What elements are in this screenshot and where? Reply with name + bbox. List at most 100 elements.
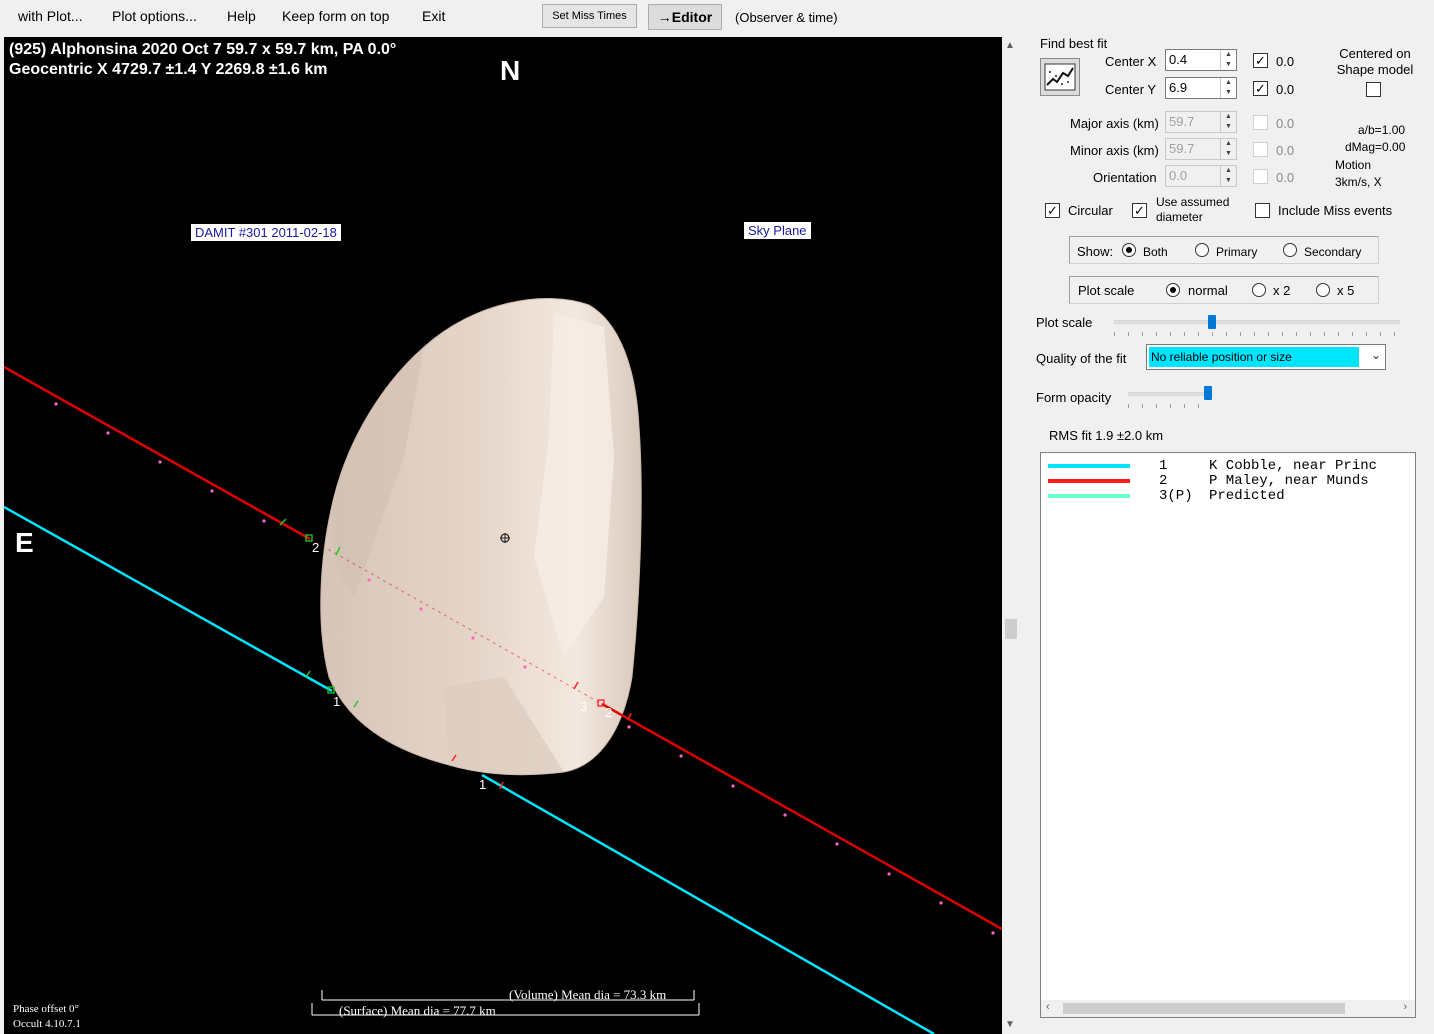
center-x-input[interactable]: 0.4 ▲ ▼	[1165, 49, 1237, 71]
spin-down-icon[interactable]: ▼	[1221, 149, 1236, 159]
plot-scale-x2-radio[interactable]	[1252, 283, 1266, 297]
use-assumed-diameter-label: Use assumed diameter	[1156, 195, 1230, 224]
plot-scale-normal-label: normal	[1188, 283, 1228, 298]
list-item[interactable]: 2 P Maley, near Munds	[1041, 473, 1415, 489]
plot-scale-slider[interactable]	[1114, 320, 1400, 324]
chord-observer-2-east	[601, 702, 1002, 931]
plot-title-line2: Geocentric X 4729.7 ±1.4 Y 2269.8 ±1.6 k…	[9, 61, 328, 78]
show-label: Show:	[1077, 244, 1114, 259]
observer-2-name: P Maley, near Munds	[1209, 473, 1369, 489]
major-axis-fit-checkbox[interactable]	[1253, 115, 1268, 130]
quality-of-fit-select[interactable]: No reliable position or size ⌄	[1146, 344, 1386, 370]
fit-control-panel: Find best fit Center X 0.4 ▲ ▼ ✓ 0.0 Cent…	[1022, 0, 1434, 1034]
find-best-fit-button[interactable]	[1040, 58, 1080, 96]
centered-on-shape-checkbox[interactable]	[1366, 82, 1381, 97]
editor-button[interactable]: →Editor	[648, 4, 722, 30]
plot-scale-group-label: Plot scale	[1078, 283, 1135, 298]
observer-2-number: 2	[1159, 473, 1168, 489]
spin-down-icon[interactable]: ▼	[1221, 60, 1236, 70]
plot-scale-slider-label: Plot scale	[1036, 315, 1093, 330]
scroll-down-icon[interactable]: ▼	[1005, 1019, 1015, 1030]
spin-up-icon[interactable]: ▲	[1221, 78, 1236, 88]
spin-down-icon[interactable]: ▼	[1221, 176, 1236, 186]
occult-asteroid-plot-window: with Plot... Plot options... Help Keep f…	[0, 0, 1434, 1034]
orientation-input[interactable]: 0.0 ▲ ▼	[1165, 165, 1237, 187]
chevron-down-icon[interactable]: ⌄	[1371, 348, 1381, 362]
menu-exit[interactable]: Exit	[422, 8, 445, 24]
minor-axis-input[interactable]: 59.7 ▲ ▼	[1165, 138, 1237, 160]
scrollbar-thumb[interactable]	[1005, 619, 1017, 639]
show-both-radio[interactable]	[1122, 243, 1136, 257]
phase-offset-label: Phase offset 0°	[13, 1003, 79, 1015]
plot-title-line1: (925) Alphonsina 2020 Oct 7 59.7 x 59.7 …	[9, 41, 397, 58]
quality-of-fit-label: Quality of the fit	[1036, 351, 1127, 366]
spin-down-icon[interactable]: ▼	[1221, 122, 1236, 132]
plot-canvas[interactable]: 2 1 3 2 1 (925) Alphonsina 2020 Oct 7 59…	[4, 37, 1002, 1034]
chord-label-1-east: 1	[479, 777, 487, 792]
include-miss-events-checkbox[interactable]	[1255, 203, 1270, 218]
list-item[interactable]: 3(P) Predicted	[1041, 488, 1415, 504]
form-opacity-slider[interactable]	[1128, 392, 1212, 396]
major-axis-check-value: 0.0	[1276, 116, 1295, 131]
plot-scale-normal-radio[interactable]	[1166, 283, 1180, 297]
plot-scale-x5-label: x 5	[1337, 283, 1355, 298]
observer-1-name: K Cobble, near Princ	[1209, 458, 1378, 474]
center-y-value: 6.9	[1169, 80, 1188, 95]
circular-checkbox[interactable]: ✓	[1045, 203, 1060, 218]
minor-axis-fit-checkbox[interactable]	[1253, 142, 1268, 157]
observer-3-name: Predicted	[1209, 488, 1285, 504]
spin-up-icon[interactable]: ▲	[1221, 50, 1236, 60]
center-y-fit-checkbox[interactable]: ✓	[1253, 81, 1268, 96]
center-y-input[interactable]: 6.9 ▲ ▼	[1165, 77, 1237, 99]
motion-value: 3km/s, X	[1335, 175, 1382, 189]
occult-version-label: Occult 4.10.7.1	[13, 1018, 81, 1030]
spin-up-icon[interactable]: ▲	[1221, 166, 1236, 176]
menu-help[interactable]: Help	[227, 8, 256, 24]
spin-down-icon[interactable]: ▼	[1221, 88, 1236, 98]
show-secondary-label: Secondary	[1304, 245, 1362, 259]
observer-list[interactable]: 1 K Cobble, near Princ 2 P Maley, near M…	[1040, 452, 1416, 1018]
dmag-label: dMag=0.00	[1345, 140, 1406, 154]
scrollbar-thumb[interactable]	[1063, 1003, 1345, 1014]
spin-up-icon[interactable]: ▲	[1221, 139, 1236, 149]
use-assumed-diameter-checkbox[interactable]: ✓	[1132, 203, 1147, 218]
center-x-fit-checkbox[interactable]: ✓	[1253, 53, 1268, 68]
list-item[interactable]: 1 K Cobble, near Princ	[1041, 458, 1415, 474]
surface-mean-diameter: (Surface) Mean dia = 77.7 km	[339, 1003, 496, 1018]
show-secondary-radio[interactable]	[1283, 243, 1297, 257]
include-miss-events-label: Include Miss events	[1278, 203, 1393, 218]
compass-east: E	[15, 527, 34, 558]
scroll-right-icon[interactable]: ›	[1403, 1001, 1407, 1013]
spin-up-icon[interactable]: ▲	[1221, 112, 1236, 122]
orientation-fit-checkbox[interactable]	[1253, 169, 1268, 184]
quality-of-fit-value: No reliable position or size	[1149, 347, 1359, 367]
scroll-up-icon[interactable]: ▲	[1005, 40, 1015, 51]
observer-1-number: 1	[1159, 458, 1168, 474]
ab-ratio-label: a/b=1.00	[1358, 123, 1406, 137]
rms-fit-label: RMS fit 1.9 ±2.0 km	[1049, 428, 1164, 443]
center-y-label: Center Y	[1105, 82, 1157, 97]
center-x-check-value: 0.0	[1276, 54, 1295, 69]
show-primary-radio[interactable]	[1195, 243, 1209, 257]
plot-scale-x5-radio[interactable]	[1316, 283, 1330, 297]
form-opacity-slider-thumb[interactable]	[1204, 386, 1212, 400]
show-both-label: Both	[1143, 245, 1168, 259]
scroll-left-icon[interactable]: ‹	[1046, 1001, 1050, 1013]
menu-plot-options[interactable]: Plot options...	[112, 8, 197, 24]
circular-label: Circular	[1068, 203, 1113, 218]
plot-scale-x2-label: x 2	[1273, 283, 1291, 298]
form-opacity-slider-ticks	[1128, 404, 1212, 408]
minor-axis-label: Minor axis (km)	[1070, 143, 1159, 158]
chord-observer-2-west	[4, 365, 311, 541]
major-axis-input[interactable]: 59.7 ▲ ▼	[1165, 111, 1237, 133]
chord-label-2-east: 2	[605, 705, 613, 720]
plot-scale-slider-thumb[interactable]	[1208, 315, 1216, 329]
plot-vertical-scrollbar[interactable]: ▲ ▼	[1002, 37, 1021, 1034]
set-miss-times-button[interactable]: Set Miss Times	[542, 4, 637, 28]
observer-3-number: 3(P)	[1159, 488, 1193, 504]
observer-list-horizontal-scrollbar[interactable]: ‹ ›	[1041, 1000, 1415, 1017]
menu-with-plot[interactable]: with Plot...	[18, 8, 83, 24]
center-x-label: Center X	[1105, 54, 1157, 69]
menu-keep-form-on-top[interactable]: Keep form on top	[282, 8, 389, 24]
minor-axis-value: 59.7	[1169, 141, 1195, 156]
